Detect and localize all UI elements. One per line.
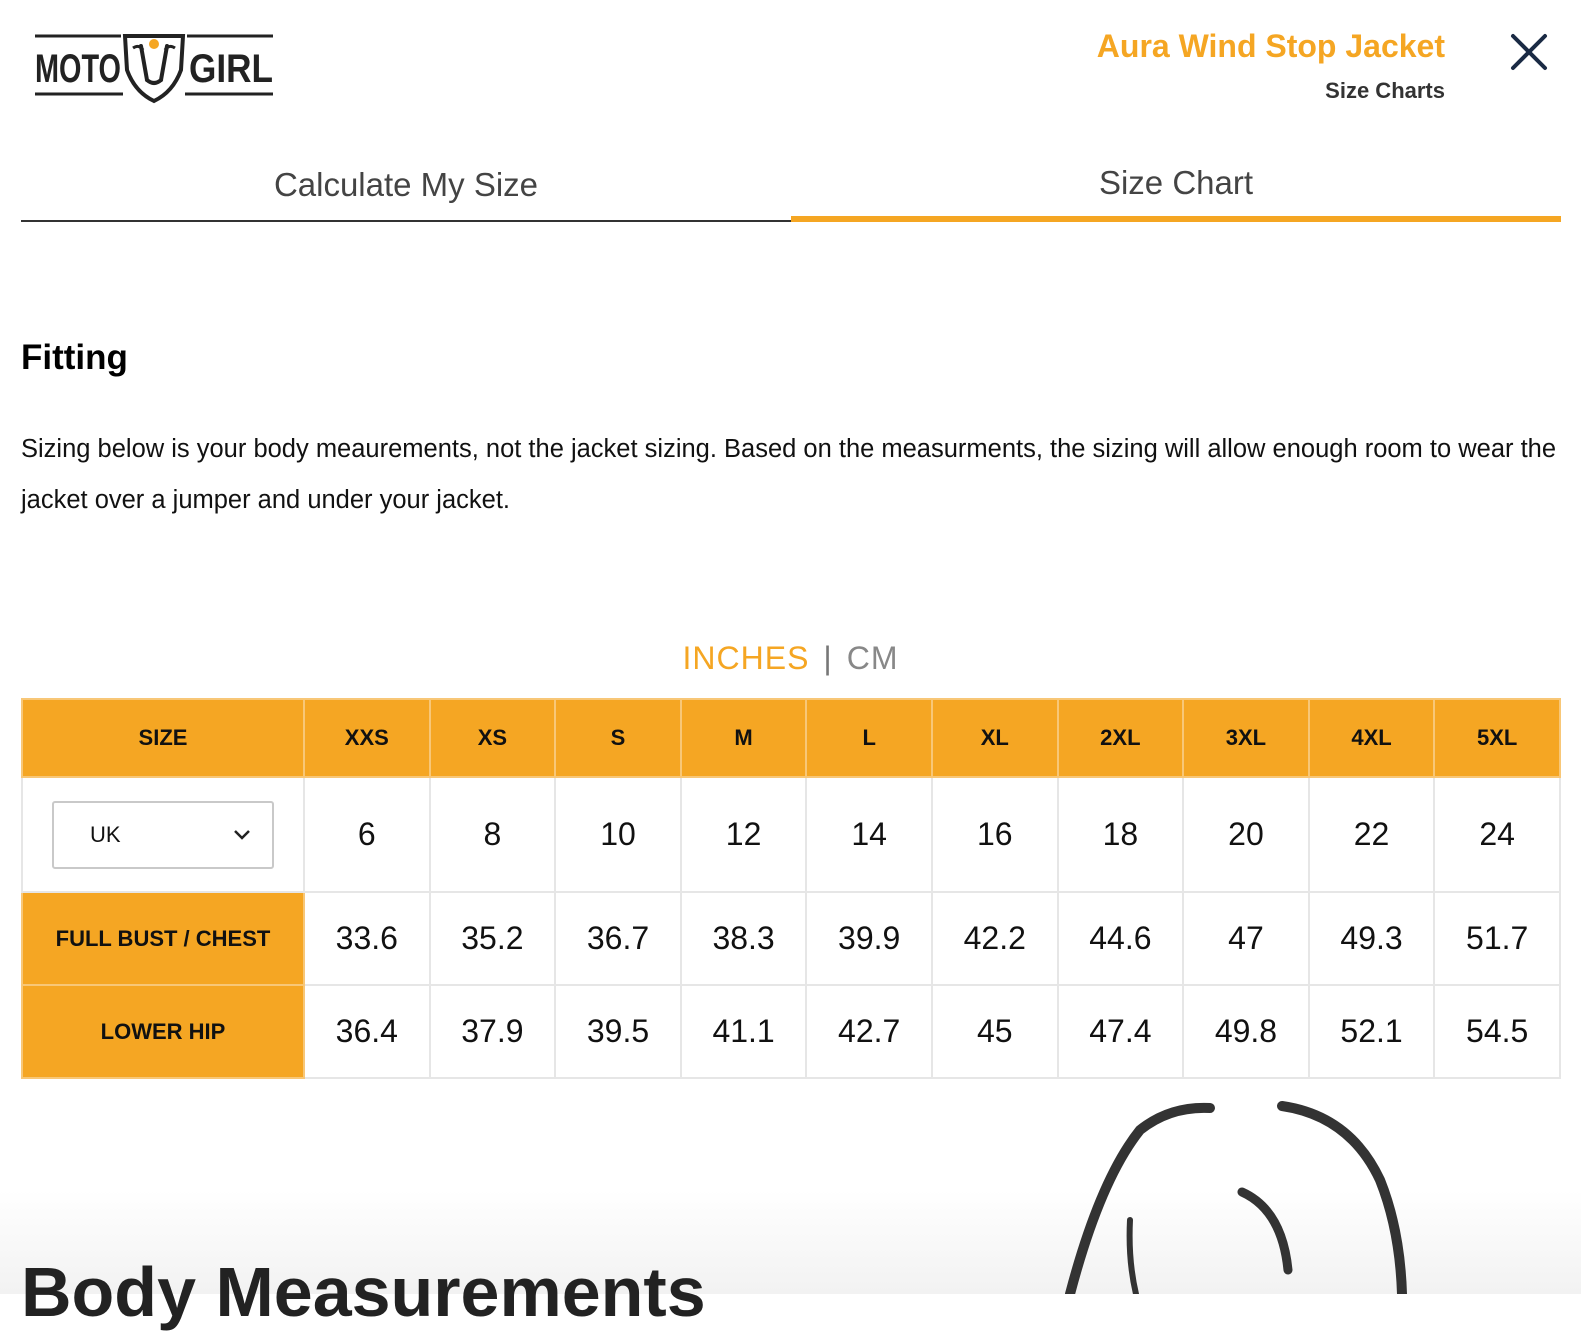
size-header-cell: XXS [303, 698, 431, 778]
close-icon [1511, 34, 1547, 70]
region-size-cell: 6 [303, 776, 431, 893]
lower-hip-label: LOWER HIP [21, 984, 305, 1079]
hip-value-cell: 47.4 [1056, 984, 1185, 1079]
bust-value-cell: 35.2 [428, 891, 557, 986]
chevron-down-icon [234, 829, 250, 840]
tab-size-chart[interactable]: Size Chart [791, 150, 1561, 222]
fitting-description: Sizing below is your body meaurements, n… [21, 435, 1557, 514]
size-column-header: SIZE [21, 698, 305, 778]
full-bust-row: FULL BUST / CHEST 33.6 35.2 36.7 38.3 39… [21, 891, 1561, 986]
full-bust-label: FULL BUST / CHEST [21, 891, 305, 986]
unit-inches-button[interactable]: INCHES [683, 640, 810, 676]
hip-value-cell: 52.1 [1307, 984, 1436, 1079]
size-header-cell: XS [428, 698, 557, 778]
bust-value-cell: 42.2 [930, 891, 1059, 986]
size-chart-table: SIZE XXS XS S M L XL 2XL 3XL 4XL 5XL UK … [21, 698, 1561, 1079]
logo-text-moto: MOTO [35, 47, 121, 91]
region-size-cell: 22 [1307, 776, 1436, 893]
size-charts-subtitle: Size Charts [1325, 78, 1445, 103]
bust-value-cell: 44.6 [1056, 891, 1185, 986]
region-size-cell: 24 [1433, 776, 1561, 893]
motogirl-logo[interactable]: MOTO GIRL [33, 30, 275, 106]
unit-toggle: INCHES | CM [0, 640, 1581, 677]
hip-value-cell: 41.1 [679, 984, 808, 1079]
hip-value-cell: 42.7 [805, 984, 933, 1079]
bust-value-cell: 38.3 [679, 891, 808, 986]
close-button[interactable] [1507, 30, 1551, 74]
unit-cm-button[interactable]: CM [847, 640, 899, 676]
tab-bar: Calculate My Size Size Chart [21, 150, 1561, 222]
size-header-cell: 4XL [1307, 698, 1436, 778]
hip-value-cell: 39.5 [554, 984, 682, 1079]
lower-hip-row: LOWER HIP 36.4 37.9 39.5 41.1 42.7 45 47… [21, 984, 1561, 1079]
size-header-cell: M [679, 698, 808, 778]
hip-value-cell: 37.9 [428, 984, 557, 1079]
region-size-cell: 12 [679, 776, 808, 893]
bust-value-cell: 51.7 [1433, 891, 1561, 986]
hip-value-cell: 36.4 [303, 984, 431, 1079]
hip-value-cell: 49.8 [1182, 984, 1310, 1079]
tab-calculate-my-size[interactable]: Calculate My Size [21, 150, 791, 222]
fitting-heading: Fitting [21, 338, 128, 377]
region-size-cell: 8 [428, 776, 557, 893]
size-header-cell: L [805, 698, 933, 778]
region-select[interactable]: UK [52, 800, 274, 869]
size-header-cell: S [554, 698, 682, 778]
logo-text-girl: GIRL [189, 47, 273, 91]
region-size-cell: 20 [1182, 776, 1310, 893]
bust-value-cell: 39.9 [805, 891, 933, 986]
size-header-cell: 5XL [1433, 698, 1561, 778]
bust-value-cell: 49.3 [1307, 891, 1436, 986]
hip-value-cell: 45 [930, 984, 1059, 1079]
body-outline-illustration-icon [1065, 1101, 1407, 1294]
region-select-cell: UK [21, 776, 305, 893]
bust-value-cell: 47 [1182, 891, 1310, 986]
region-size-cell: 18 [1056, 776, 1185, 893]
unit-separator: | [823, 640, 833, 676]
size-header-row: SIZE XXS XS S M L XL 2XL 3XL 4XL 5XL [21, 698, 1561, 778]
size-header-cell: 3XL [1182, 698, 1310, 778]
region-size-cell: 14 [805, 776, 933, 893]
region-size-row: UK 6 8 10 12 14 16 18 20 22 24 [21, 776, 1561, 893]
hip-value-cell: 54.5 [1433, 984, 1561, 1079]
motogirl-shield-logo-icon: MOTO GIRL [35, 34, 273, 104]
region-size-cell: 16 [930, 776, 1059, 893]
size-header-cell: 2XL [1056, 698, 1185, 778]
product-title: Aura Wind Stop Jacket [1096, 28, 1445, 64]
bust-value-cell: 33.6 [303, 891, 431, 986]
body-measurements-title: Body Measurements [21, 1253, 706, 1331]
region-select-value: UK [90, 821, 121, 847]
size-header-cell: XL [930, 698, 1059, 778]
bust-value-cell: 36.7 [554, 891, 682, 986]
region-size-cell: 10 [554, 776, 682, 893]
